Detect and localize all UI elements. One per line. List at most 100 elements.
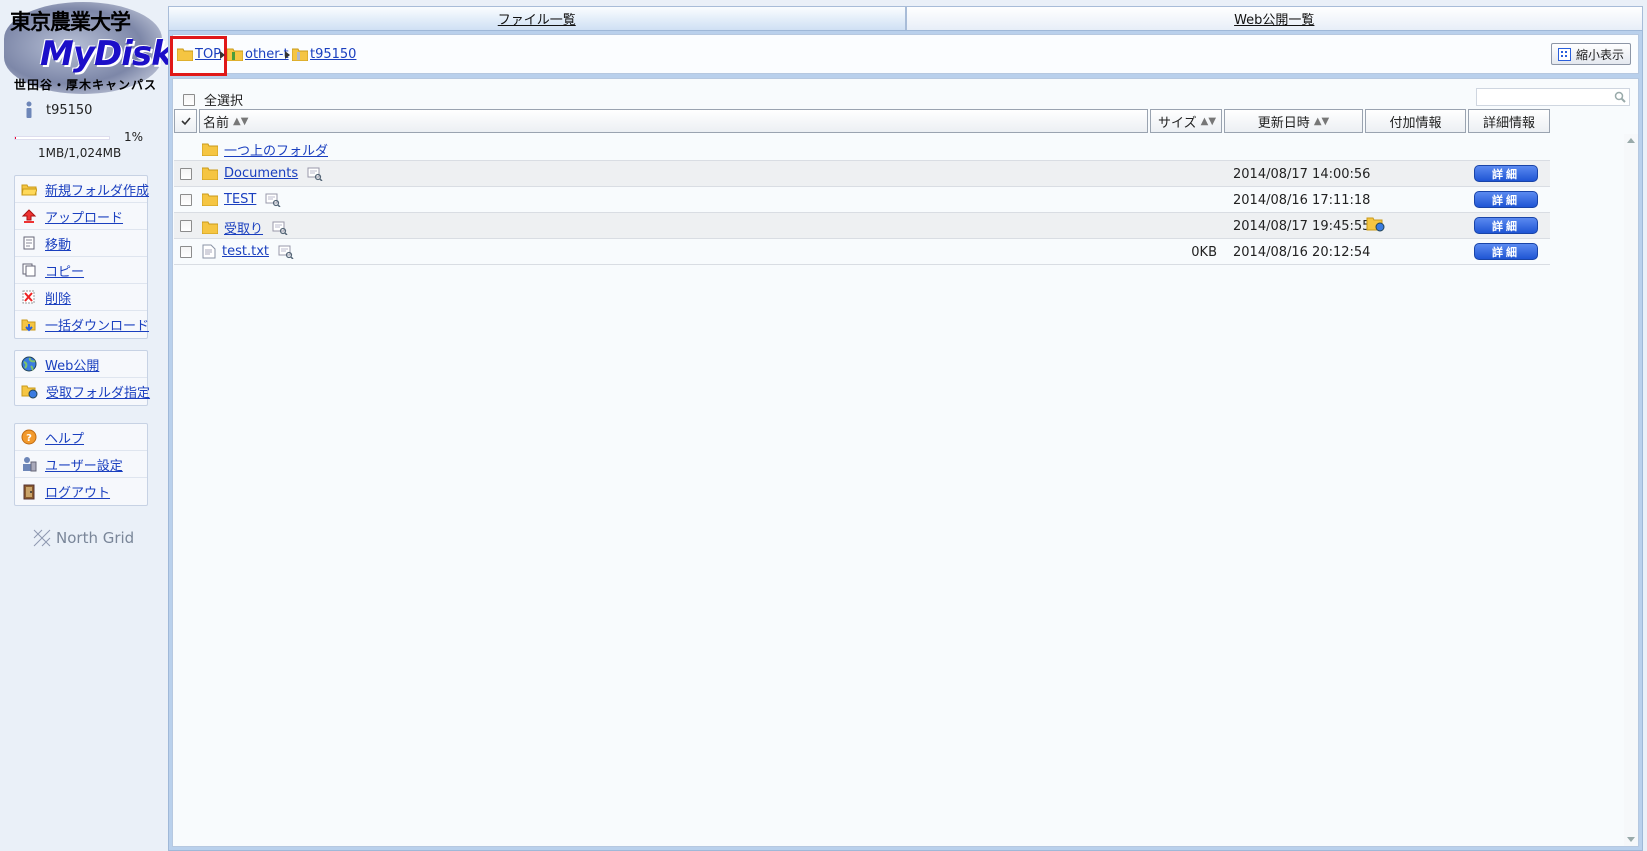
preview-icon[interactable] [307,167,323,181]
menu-receive-folder-label[interactable]: 受取フォルダ指定 [46,382,150,401]
upload-icon [21,209,37,223]
sort-arrows-icon[interactable]: ▲▼ [1314,116,1329,127]
menu-upload-label[interactable]: アップロード [45,207,123,226]
scroll-up-arrow-icon[interactable] [1627,138,1635,143]
parent-folder-link[interactable]: 一つ上のフォルダ [224,140,328,159]
user-name: t95150 [46,102,93,118]
breadcrumb-other-t[interactable]: other-t [227,47,289,62]
file-name-cell[interactable]: TEST [202,192,281,207]
tab-web-publish-list[interactable]: Web公開一覧 [905,6,1643,30]
delete-icon [21,290,37,304]
header-check-column[interactable] [174,109,197,133]
table-row: TEST 2014/08/16 17:11:18 詳細 [174,187,1550,213]
search-icon[interactable] [1614,91,1626,103]
menu-user-settings-label[interactable]: ユーザー設定 [45,455,123,474]
header-name[interactable]: 名前 ▲▼ [199,109,1148,133]
logo-campus: 世田谷・厚木キャンパス [14,78,158,92]
header-extra: 付加情報 [1365,109,1466,133]
menu-logout-label[interactable]: ログアウト [45,482,110,501]
menu-move[interactable]: 移動 [15,230,147,257]
breadcrumb-t95150-link[interactable]: t95150 [310,47,356,62]
menu-copy-label[interactable]: コピー [45,261,84,280]
header-size-label[interactable]: サイズ [1158,112,1197,131]
row-checkbox[interactable] [180,194,192,206]
menu-receive-folder[interactable]: 受取フォルダ指定 [15,378,150,405]
quota-percent: 1% [124,130,144,144]
details-button[interactable]: 詳細 [1474,165,1538,182]
file-name-cell[interactable]: 受取り [202,218,288,237]
file-name-cell[interactable]: Documents [202,166,323,181]
logo-university-name: 東京農業大学 [10,9,131,34]
menu-bulk-download-label[interactable]: 一括ダウンロード [45,315,149,334]
breadcrumb-other-t-link[interactable]: other-t [245,47,289,62]
vertical-scrollbar[interactable] [1624,134,1638,846]
menu-help-label[interactable]: ヘルプ [45,428,84,447]
menu-copy[interactable]: コピー [15,257,147,284]
select-all-checkbox[interactable] [183,93,195,106]
details-button[interactable]: 詳細 [1474,191,1538,208]
menu-help[interactable]: ? ヘルプ [15,424,147,451]
menu-new-folder-label[interactable]: 新規フォルダ作成 [45,180,149,199]
menu-delete-label[interactable]: 削除 [45,288,71,307]
search-input[interactable] [1476,88,1630,106]
select-all-label[interactable]: 全選択 [204,90,243,109]
thumbnail-view-label[interactable]: 縮小表示 [1576,46,1624,63]
sidebar: 東京農業大学 MyDisk 世田谷・厚木キャンパス t95150 1% 1MB/… [0,0,174,851]
menu-new-folder[interactable]: 新規フォルダ作成 [15,176,149,203]
breadcrumb-top[interactable]: TOP [177,47,221,62]
menu-web-publish-label[interactable]: Web公開 [45,355,99,374]
file-name-link[interactable]: 受取り [224,218,263,237]
select-all[interactable]: 全選択 [183,90,243,109]
menu-move-label[interactable]: 移動 [45,234,71,253]
scroll-down-arrow-icon[interactable] [1627,837,1635,842]
tab-web-publish-list-label[interactable]: Web公開一覧 [1234,9,1314,28]
breadcrumb-top-link[interactable]: TOP [195,47,221,62]
quota-fill [15,137,16,139]
menu-logout[interactable]: ログアウト [15,478,147,505]
tab-file-list-label[interactable]: ファイル一覧 [498,9,576,28]
sort-arrows-icon[interactable]: ▲▼ [1201,116,1216,127]
menu-upload[interactable]: アップロード [15,203,147,230]
menu-user-settings[interactable]: ユーザー設定 [15,451,147,478]
row-checkbox[interactable] [180,220,192,232]
file-updated: 2014/08/17 14:00:56 [1233,167,1371,182]
file-name-cell[interactable]: test.txt [202,244,294,259]
table-row: 受取り 2014/08/17 19:45:55 詳細 [174,213,1550,239]
account-menu: ? ヘルプ ユーザー設定 ログアウト [14,423,148,506]
globe-icon [21,356,37,372]
file-updated: 2014/08/17 19:45:55 [1233,219,1371,234]
file-list-panel: 全選択 名前 ▲▼ サイズ ▲▼ 更新日時 ▲▼ 付加情報 詳細情報 一つ上のフ… [172,78,1639,847]
parent-folder-cell[interactable]: 一つ上のフォルダ [202,140,328,159]
header-updated-label[interactable]: 更新日時 [1258,112,1310,131]
menu-bulk-download[interactable]: 一括ダウンロード [15,311,149,338]
folder-open-icon [21,182,37,196]
breadcrumb: TOP other-t t95150 縮小表示 [170,34,1639,76]
header-size[interactable]: サイズ ▲▼ [1150,109,1222,133]
folder-icon [202,167,218,180]
folder-icon [202,193,218,206]
file-updated: 2014/08/16 17:11:18 [1233,193,1371,208]
header-name-label[interactable]: 名前 [203,112,229,131]
preview-icon[interactable] [272,221,288,235]
preview-icon[interactable] [278,245,294,259]
menu-web-publish[interactable]: Web公開 [15,351,147,378]
mydisk-logo: 東京農業大学 MyDisk 世田谷・厚木キャンパス [4,2,174,94]
user-info: t95150 [24,101,92,119]
breadcrumb-t95150[interactable]: t95150 [292,47,356,62]
row-checkbox[interactable] [180,168,192,180]
thumbnail-view-button[interactable]: 縮小表示 [1550,43,1631,65]
file-name-link[interactable]: TEST [224,192,256,207]
sort-arrows-icon[interactable]: ▲▼ [233,116,248,127]
file-name-link[interactable]: Documents [224,166,298,181]
north-grid-label: North Grid [56,529,135,547]
header-updated[interactable]: 更新日時 ▲▼ [1224,109,1363,133]
details-button[interactable]: 詳細 [1474,217,1538,234]
file-name-link[interactable]: test.txt [222,244,269,259]
details-button[interactable]: 詳細 [1474,243,1538,260]
row-checkbox[interactable] [180,246,192,258]
tab-file-list[interactable]: ファイル一覧 [168,6,906,30]
shared-folder-icon [227,48,243,61]
preview-icon[interactable] [265,193,281,207]
grid-icon [1557,47,1571,61]
menu-delete[interactable]: 削除 [15,284,147,311]
